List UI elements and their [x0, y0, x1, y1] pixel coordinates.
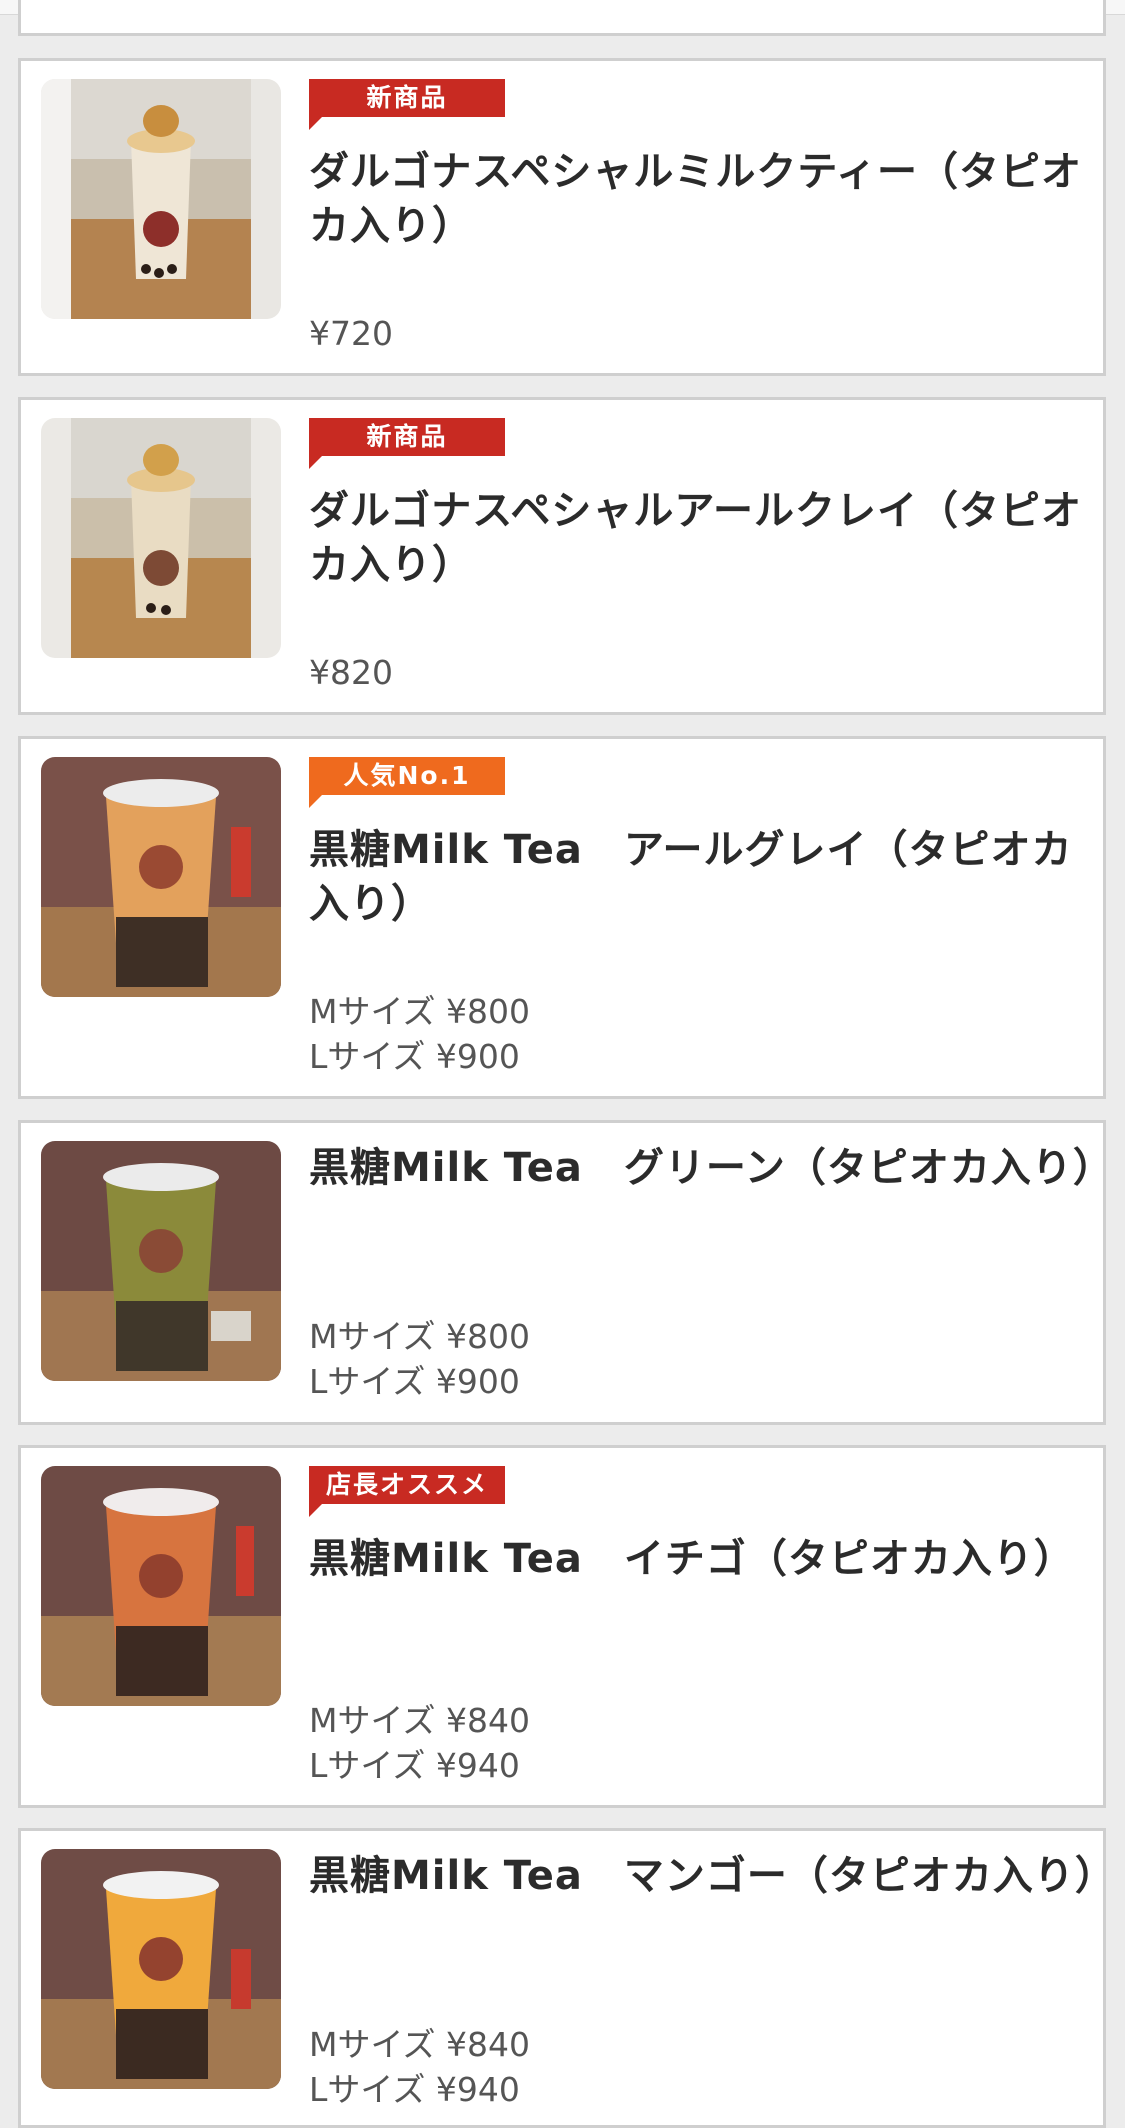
product-price-m: Mサイズ ¥800: [309, 992, 530, 1031]
product-title[interactable]: 黒糖Milk Tea マンゴー（タピオカ入り）: [309, 1849, 1115, 1903]
product-card[interactable]: 新商品 ダルゴナスペシャルアールクレイ（タピオカ入り） ¥820: [18, 397, 1106, 715]
product-price-m: Mサイズ ¥840: [309, 2025, 530, 2064]
product-price-l: Lサイズ ¥940: [309, 2070, 520, 2109]
product-title[interactable]: ダルゴナスペシャルアールクレイ（タピオカ入り）: [309, 484, 1099, 592]
product-price-m: Mサイズ ¥840: [309, 1701, 530, 1740]
product-image[interactable]: [41, 757, 281, 997]
product-image[interactable]: [41, 79, 281, 319]
product-image[interactable]: [41, 1141, 281, 1381]
brown-sugar-green-photo: [41, 1141, 281, 1381]
brown-sugar-strawberry-photo: [41, 1466, 281, 1706]
product-price-l: Lサイズ ¥940: [309, 1746, 520, 1785]
product-image[interactable]: [41, 1466, 281, 1706]
product-title[interactable]: 黒糖Milk Tea イチゴ（タピオカ入り）: [309, 1532, 1099, 1586]
badge-manager-recommend: 店長オススメ: [309, 1466, 505, 1517]
product-card[interactable]: 店長オススメ 黒糖Milk Tea イチゴ（タピオカ入り） Mサイズ ¥840 …: [18, 1445, 1106, 1808]
dalgona-milk-tea-photo: [41, 79, 281, 319]
product-title[interactable]: 黒糖Milk Tea アールグレイ（タピオカ入り）: [309, 823, 1099, 931]
product-price-l: Lサイズ ¥900: [309, 1037, 520, 1076]
product-image[interactable]: [41, 1849, 281, 2089]
product-card[interactable]: 人気No.1 黒糖Milk Tea アールグレイ（タピオカ入り） Mサイズ ¥8…: [18, 736, 1106, 1099]
product-title[interactable]: 黒糖Milk Tea グリーン（タピオカ入り）: [309, 1141, 1113, 1195]
product-price: ¥720: [309, 314, 393, 353]
product-price-m: Mサイズ ¥800: [309, 1317, 530, 1356]
brown-sugar-mango-photo: [41, 1849, 281, 2089]
product-title[interactable]: ダルゴナスペシャルミルクティー（タピオカ入り）: [309, 145, 1099, 253]
product-card[interactable]: 黒糖Milk Tea グリーン（タピオカ入り） Mサイズ ¥800 Lサイズ ¥…: [18, 1120, 1113, 1425]
product-price-l: Lサイズ ¥900: [309, 1362, 520, 1401]
product-card[interactable]: 新商品 ダルゴナスペシャルミルクティー（タピオカ入り） ¥720: [18, 58, 1106, 376]
badge-new: 新商品: [309, 79, 505, 130]
dalgona-earl-grey-photo: [41, 418, 281, 658]
product-image[interactable]: [41, 418, 281, 658]
badge-new: 新商品: [309, 418, 505, 469]
product-price: ¥820: [309, 653, 393, 692]
previous-product-card-edge[interactable]: [18, 0, 1106, 36]
product-card[interactable]: 黒糖Milk Tea マンゴー（タピオカ入り） Mサイズ ¥840 Lサイズ ¥…: [18, 1828, 1115, 2128]
brown-sugar-earl-grey-photo: [41, 757, 281, 997]
badge-popular: 人気No.1: [309, 757, 505, 808]
